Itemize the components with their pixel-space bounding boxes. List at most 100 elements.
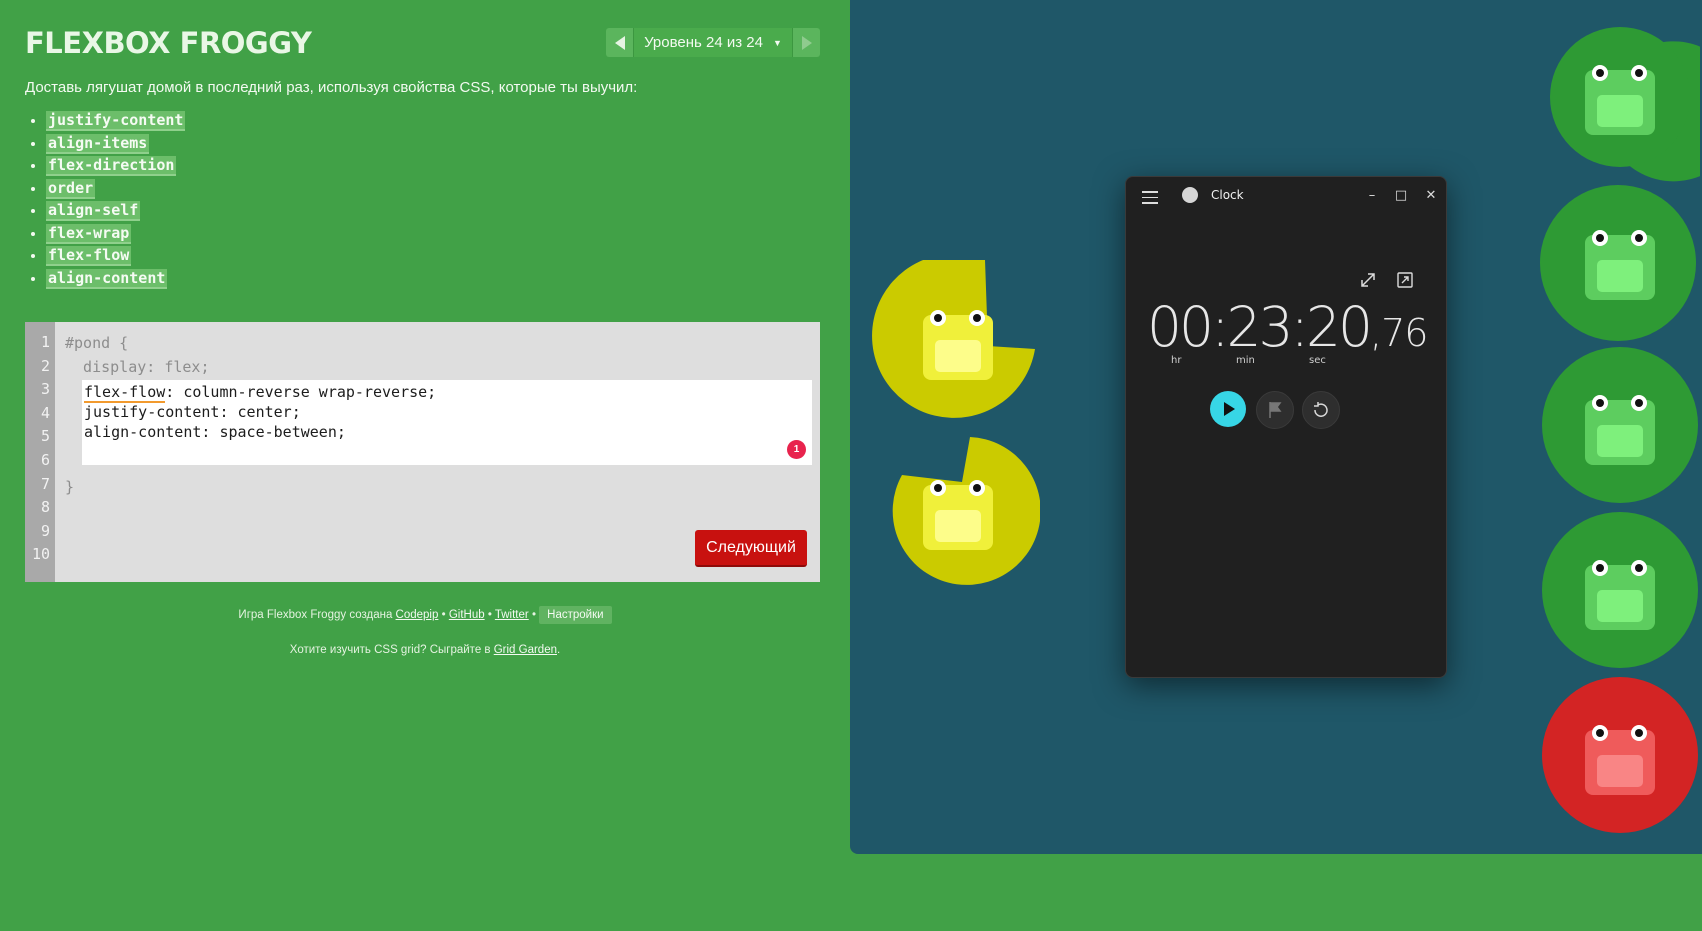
frog-belly bbox=[1597, 95, 1643, 127]
list-item: flex-wrap bbox=[46, 223, 185, 247]
frog-eye bbox=[1592, 725, 1608, 741]
input-line-2: justify-content: center; bbox=[84, 403, 301, 421]
frog-red bbox=[1575, 715, 1665, 797]
list-item: align-self bbox=[46, 201, 185, 224]
time-main: 00:23:20 bbox=[1147, 295, 1373, 359]
maximize-button[interactable]: □ bbox=[1386, 183, 1416, 209]
frog-eye bbox=[930, 310, 946, 326]
compact-overlay-icon[interactable] bbox=[1396, 271, 1414, 289]
github-link[interactable]: GitHub bbox=[449, 609, 485, 621]
line-number: 4 bbox=[40, 403, 50, 422]
flag-icon bbox=[1269, 402, 1282, 418]
line-number: 3 bbox=[40, 380, 50, 399]
property-code[interactable]: justify-content bbox=[46, 111, 186, 131]
frog-eye bbox=[1631, 230, 1647, 246]
codepip-link[interactable]: Codepip bbox=[396, 609, 439, 621]
separator: • bbox=[441, 609, 446, 621]
line-numbers: 1 2 3 4 5 6 7 8 9 10 bbox=[25, 322, 55, 582]
frog-belly bbox=[1597, 590, 1643, 622]
logo: FLEXBOX FROGGY bbox=[25, 26, 312, 60]
unit-hr: hr bbox=[1171, 355, 1182, 366]
previous-level-button[interactable] bbox=[606, 28, 633, 57]
stopwatch-time: 00:23:20,76 bbox=[1147, 295, 1428, 359]
arrow-left-icon bbox=[614, 35, 625, 50]
play-icon bbox=[1224, 402, 1235, 416]
title-bar[interactable]: Clock – □ ✕ bbox=[1126, 177, 1446, 217]
frog-eye bbox=[1592, 395, 1608, 411]
line-number: 8 bbox=[40, 498, 50, 517]
start-button[interactable] bbox=[1210, 391, 1246, 427]
clock-window: Clock – □ ✕ 00:23:20,76 hr min sec bbox=[1125, 176, 1447, 678]
line-number: 5 bbox=[40, 427, 50, 446]
level-navigator: Уровень 24 из 24 ▼ bbox=[606, 28, 820, 57]
error-badge[interactable]: 1 bbox=[787, 440, 806, 459]
reset-icon bbox=[1314, 402, 1328, 417]
window-title: Clock bbox=[1211, 188, 1244, 202]
frog-belly bbox=[935, 510, 981, 542]
expand-icon[interactable] bbox=[1359, 271, 1377, 289]
frog-eye bbox=[969, 480, 985, 496]
next-level-arrow-button[interactable] bbox=[793, 28, 820, 57]
reset-button[interactable] bbox=[1302, 391, 1340, 429]
frog-eye bbox=[1631, 560, 1647, 576]
twitter-link[interactable]: Twitter bbox=[495, 609, 529, 621]
frog-eye bbox=[1631, 395, 1647, 411]
property-list: justify-content align-items flex-directi… bbox=[46, 111, 186, 291]
line-number: 10 bbox=[31, 545, 50, 564]
settings-button[interactable]: Настройки bbox=[539, 606, 612, 624]
frog-green bbox=[1575, 550, 1665, 632]
property-code[interactable]: order bbox=[46, 178, 96, 199]
promo-suffix: . bbox=[557, 644, 561, 656]
hamburger-menu-icon[interactable] bbox=[1142, 191, 1158, 208]
instructions: Доставь лягушат домой в последний раз, и… bbox=[25, 79, 638, 96]
property-code[interactable]: align-self bbox=[46, 201, 141, 221]
input-line-3: align-content: space-between; bbox=[84, 423, 346, 441]
credits-text: Игра Flexbox Froggy создана bbox=[238, 609, 393, 621]
line-number: 7 bbox=[40, 474, 50, 493]
code-line-closing: } bbox=[65, 478, 75, 496]
list-item: flex-flow bbox=[46, 246, 185, 269]
separator: • bbox=[487, 609, 492, 621]
arrow-right-icon bbox=[801, 35, 812, 50]
frog-belly bbox=[935, 340, 981, 372]
caret-down-icon: ▼ bbox=[773, 37, 782, 48]
frog-eye bbox=[1592, 65, 1608, 81]
frog-belly bbox=[1597, 425, 1643, 457]
line-number: 6 bbox=[40, 450, 50, 469]
unit-min: min bbox=[1236, 355, 1255, 366]
property-code[interactable]: align-content bbox=[46, 268, 168, 289]
code-input[interactable]: flex-flow: column-reverse wrap-reverse; … bbox=[82, 380, 812, 465]
level-dropdown[interactable]: Уровень 24 из 24 ▼ bbox=[633, 28, 793, 57]
grid-garden-promo: Хотите изучить CSS grid? Сыграйте в Grid… bbox=[0, 644, 850, 656]
frog-eye bbox=[1631, 65, 1647, 81]
property-code[interactable]: flex-flow bbox=[46, 246, 132, 266]
separator: • bbox=[531, 609, 536, 621]
code-line-selector: #pond { bbox=[65, 334, 129, 352]
code-line-display: display: flex; bbox=[65, 358, 210, 376]
frog-eye bbox=[1631, 725, 1647, 741]
lap-button[interactable] bbox=[1256, 391, 1294, 429]
list-item: order bbox=[46, 178, 185, 202]
frog-green bbox=[1575, 385, 1665, 467]
property-code[interactable]: flex-wrap bbox=[46, 223, 132, 244]
property-code[interactable]: flex-direction bbox=[46, 156, 177, 176]
line-number: 9 bbox=[40, 521, 50, 540]
input-line-1-rest: : column-reverse wrap-reverse; bbox=[165, 383, 437, 401]
frog-green bbox=[1575, 55, 1665, 137]
input-line-1: flex-flow: column-reverse wrap-reverse; bbox=[84, 383, 437, 403]
sidebar: FLEXBOX FROGGY Уровень 24 из 24 ▼ Достав… bbox=[0, 0, 850, 931]
property-code[interactable]: align-items bbox=[46, 133, 150, 154]
list-item: justify-content bbox=[46, 111, 186, 134]
promo-text: Хотите изучить CSS grid? Сыграйте в bbox=[289, 644, 491, 656]
line-number: 2 bbox=[40, 356, 50, 375]
next-button[interactable]: Следующий bbox=[695, 530, 807, 567]
code-editor: 1 2 3 4 5 6 7 8 9 10 #pond { display: fl… bbox=[25, 322, 820, 582]
credits: Игра Flexbox Froggy создана Codepip • Gi… bbox=[0, 606, 850, 624]
frog-yellow bbox=[913, 470, 1003, 552]
close-button[interactable]: ✕ bbox=[1416, 183, 1446, 209]
frog-eye bbox=[930, 480, 946, 496]
grid-garden-link[interactable]: Grid Garden bbox=[494, 644, 557, 656]
frog-eye bbox=[1592, 230, 1608, 246]
clock-app-icon bbox=[1182, 187, 1198, 203]
minimize-button[interactable]: – bbox=[1357, 183, 1387, 209]
